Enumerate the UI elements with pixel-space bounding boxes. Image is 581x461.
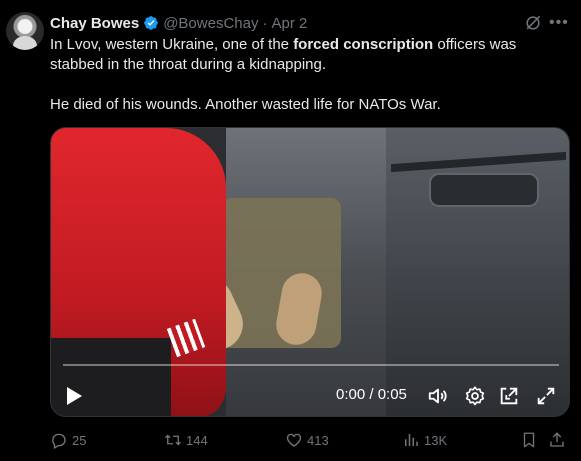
retweet-icon (165, 434, 181, 446)
tweet-text-bold: forced conscription (293, 36, 434, 53)
tweet-text-line3: He died of his wounds. Another wasted li… (50, 96, 441, 113)
views-button[interactable]: 13K (402, 429, 447, 451)
dock-icon[interactable] (498, 385, 520, 407)
share-button[interactable] (548, 429, 570, 451)
video-time: 0:00 / 0:05 (336, 386, 407, 403)
bookmark-icon (523, 432, 535, 448)
like-button[interactable]: 413 (285, 429, 329, 451)
avatar[interactable] (6, 12, 44, 50)
tweet-actions: 25 144 413 13K (50, 429, 570, 451)
tweet-date[interactable]: Apr 2 (271, 15, 307, 32)
author-name[interactable]: Chay Bowes (50, 15, 139, 32)
expand-icon[interactable] (535, 385, 557, 407)
more-icon[interactable]: ••• (549, 13, 571, 33)
volume-icon[interactable] (427, 385, 449, 407)
video-player[interactable]: 0:00 / 0:05 (50, 127, 570, 417)
video-frame (51, 128, 569, 416)
author-handle[interactable]: @BowesChay (163, 15, 258, 32)
retweet-button[interactable]: 144 (164, 429, 208, 451)
reply-button[interactable]: 25 (50, 429, 86, 451)
reply-icon (52, 433, 66, 449)
tweet-text-line2: stabbed in the throat during a kidnappin… (50, 56, 327, 73)
verified-badge-icon (144, 16, 159, 30)
retweet-count: 144 (186, 432, 208, 448)
tweet-header: Chay Bowes @BowesChay · Apr 2 (50, 13, 307, 33)
separator-dot: · (262, 14, 268, 32)
views-icon (405, 434, 418, 446)
like-icon (286, 433, 302, 447)
tweet-text-line1: In Lvov, western Ukraine, one of the for… (50, 36, 517, 53)
gear-icon[interactable] (464, 385, 486, 407)
share-icon (550, 432, 564, 447)
reply-count: 25 (72, 432, 87, 448)
like-count: 413 (307, 432, 329, 448)
video-progress-bar[interactable] (63, 364, 559, 366)
video-controls: 0:00 / 0:05 (51, 376, 569, 416)
bookmark-button[interactable] (520, 429, 542, 451)
grok-icon[interactable] (523, 13, 543, 33)
views-count: 13K (424, 432, 448, 448)
play-icon[interactable] (65, 386, 83, 406)
